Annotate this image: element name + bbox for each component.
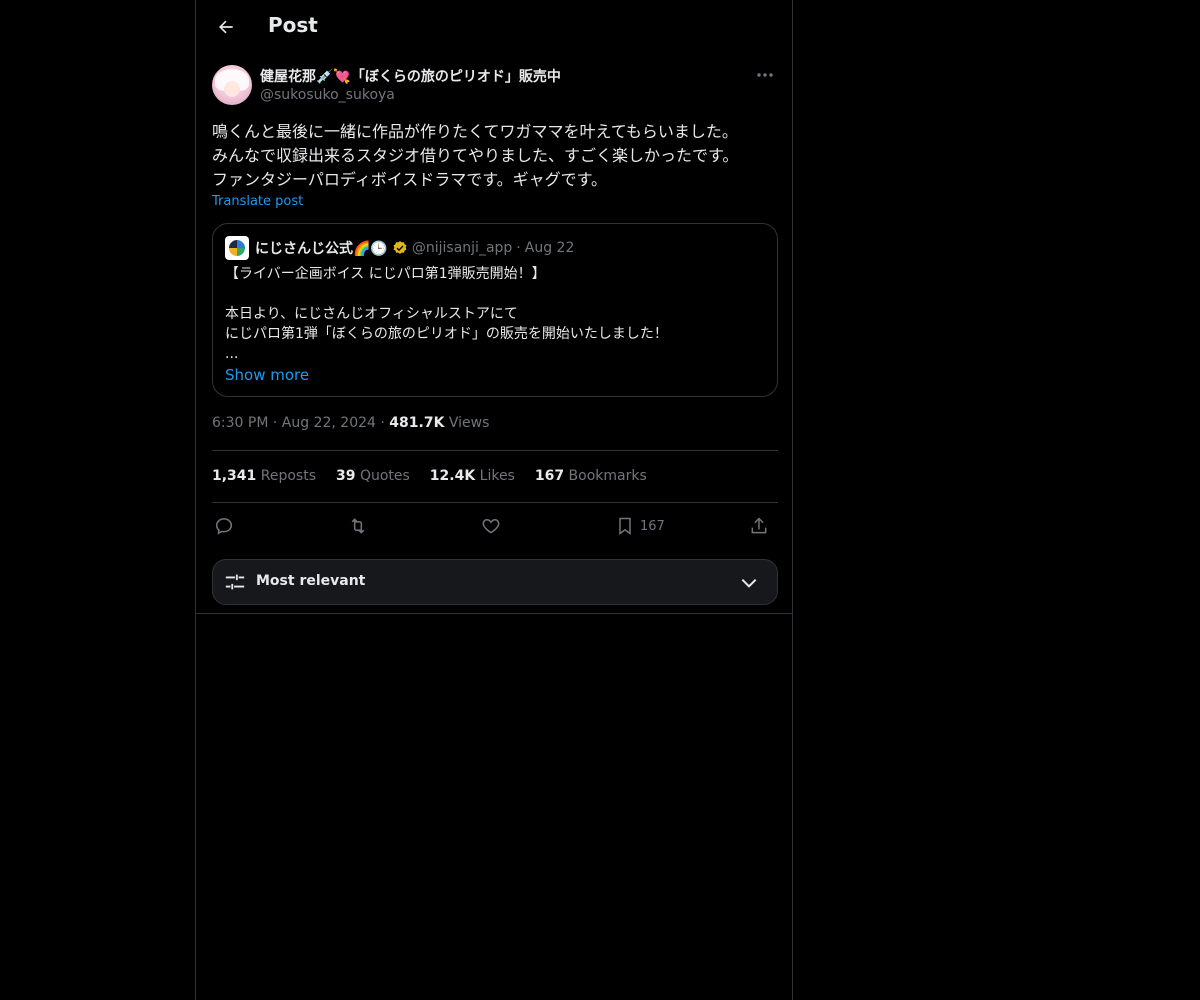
bookmark-count: 167 <box>640 518 665 534</box>
divider <box>212 502 778 503</box>
share-button[interactable] <box>749 516 769 536</box>
reply-sort-dropdown[interactable]: Most relevant <box>212 559 778 605</box>
reply-button[interactable] <box>214 516 234 536</box>
sort-label: Most relevant <box>256 573 366 589</box>
share-icon <box>749 516 769 536</box>
repost-icon <box>347 516 369 536</box>
post-meta: 6:30 PM · Aug 22, 2024 · 481.7K Views <box>212 415 490 431</box>
bookmark-icon <box>616 516 634 536</box>
quoted-author-handle: @nijisanji_app <box>411 240 513 256</box>
quoted-post[interactable]: にじさんじ公式🌈🕒 @nijisanji_app · Aug 22 【ライバー企… <box>212 223 778 397</box>
top-bar: Post <box>196 0 792 53</box>
quoted-post-text: 【ライバー企画ボイス にじパロ第1弾販売開始！】 本日より、にじさんじオフィシャ… <box>225 266 668 362</box>
reposts-stat[interactable]: 1,341 Reposts <box>212 468 316 484</box>
show-more-link[interactable]: Show more <box>225 366 309 384</box>
author-avatar[interactable] <box>212 65 252 105</box>
views-count: 481.7K <box>389 415 445 431</box>
quoted-author-avatar <box>225 236 249 260</box>
divider <box>196 613 792 614</box>
likes-stat[interactable]: 12.4K Likes <box>430 468 515 484</box>
translate-post-link[interactable]: Translate post <box>212 194 303 209</box>
heart-icon <box>481 516 501 536</box>
post-stats: 1,341 Reposts 39 Quotes 12.4K Likes 167 … <box>212 468 647 484</box>
author-name[interactable]: 健屋花那💉💘「ぼくらの旅のピリオド」販売中 <box>260 66 561 86</box>
bookmark-button[interactable]: 167 <box>616 516 665 536</box>
action-bar: 167 <box>212 513 778 543</box>
post-text: 鳴くんと最後に一緒に作品が作りたくてワガママを叶えてもらいました。 みんなで収録… <box>212 122 739 189</box>
like-button[interactable] <box>481 516 501 536</box>
reply-icon <box>214 516 234 536</box>
quoted-author-name: にじさんじ公式🌈🕒 <box>255 241 388 257</box>
author-handle[interactable]: @sukosuko_sukoya <box>260 87 395 103</box>
verified-badge-icon <box>392 240 408 256</box>
quotes-stat[interactable]: 39 Quotes <box>336 468 410 484</box>
quoted-post-date: Aug 22 <box>524 240 575 256</box>
page-title: Post <box>268 13 318 37</box>
post-time[interactable]: 6:30 PM <box>212 415 268 431</box>
more-options-button[interactable] <box>754 66 776 84</box>
divider <box>212 450 778 451</box>
primary-column: Post 健屋花那💉💘「ぼくらの旅のピリオド」販売中 @sukosuko_suk… <box>195 0 793 1000</box>
sliders-icon <box>224 571 246 593</box>
back-button[interactable] <box>212 13 240 41</box>
chevron-down-icon <box>739 573 759 593</box>
bookmarks-stat[interactable]: 167 Bookmarks <box>535 468 647 484</box>
more-horizontal-icon <box>757 73 773 77</box>
arrow-left-icon <box>216 17 236 37</box>
views-label: Views <box>448 415 490 431</box>
post-date[interactable]: Aug 22, 2024 <box>282 415 376 431</box>
quoted-post-header: にじさんじ公式🌈🕒 @nijisanji_app · Aug 22 <box>255 240 575 257</box>
repost-button[interactable] <box>347 516 369 536</box>
